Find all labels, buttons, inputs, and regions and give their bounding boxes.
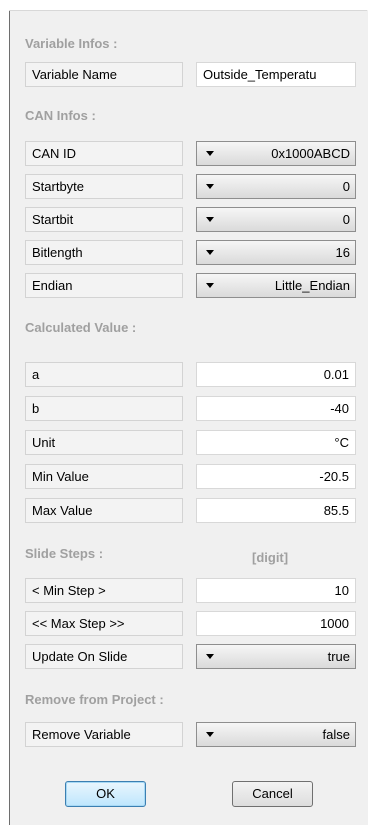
startbyte-dropdown[interactable]: 0 xyxy=(196,174,356,199)
dropdown-arrow-icon xyxy=(206,217,214,222)
dropdown-arrow-icon xyxy=(206,654,214,659)
section-variable-infos: Variable Infos : xyxy=(25,36,118,51)
min-step-input[interactable]: 10 xyxy=(196,578,356,603)
startbit-label: Startbit xyxy=(25,207,183,232)
dialog-top-border xyxy=(9,10,367,11)
can-id-value: 0x1000ABCD xyxy=(271,146,350,161)
variable-name-input[interactable]: Outside_Temperatu xyxy=(196,62,356,87)
dropdown-arrow-icon xyxy=(206,151,214,156)
can-id-label: CAN ID xyxy=(25,141,183,166)
section-slide-steps: Slide Steps : xyxy=(25,546,104,561)
section-calculated-value: Calculated Value : xyxy=(25,320,137,335)
cancel-button[interactable]: Cancel xyxy=(232,781,313,807)
variable-name-label: Variable Name xyxy=(25,62,183,87)
endian-dropdown[interactable]: Little_Endian xyxy=(196,273,356,298)
dropdown-arrow-icon xyxy=(206,283,214,288)
a-label: a xyxy=(25,362,183,387)
max-step-input[interactable]: 1000 xyxy=(196,611,356,636)
b-input[interactable]: -40 xyxy=(196,396,356,421)
update-on-slide-label: Update On Slide xyxy=(25,644,183,669)
endian-value: Little_Endian xyxy=(274,278,350,293)
bitlength-label: Bitlength xyxy=(25,240,183,265)
a-input[interactable]: 0.01 xyxy=(196,362,356,387)
dropdown-arrow-icon xyxy=(206,732,214,737)
b-label: b xyxy=(25,396,183,421)
max-step-label: << Max Step >> xyxy=(25,611,183,636)
max-value-label: Max Value xyxy=(25,498,183,523)
unit-input[interactable]: °C xyxy=(196,430,356,455)
dropdown-arrow-icon xyxy=(206,250,214,255)
min-value-label: Min Value xyxy=(25,464,183,489)
unit-label: Unit xyxy=(25,430,183,455)
remove-variable-label: Remove Variable xyxy=(25,722,183,747)
min-value-input[interactable]: -20.5 xyxy=(196,464,356,489)
startbit-value: 0 xyxy=(342,212,350,227)
startbit-dropdown[interactable]: 0 xyxy=(196,207,356,232)
section-can-infos: CAN Infos : xyxy=(25,108,96,123)
digit-unit-hint: [digit] xyxy=(252,550,289,565)
ok-button[interactable]: OK xyxy=(65,781,146,807)
remove-variable-value: false xyxy=(322,727,350,742)
update-on-slide-dropdown[interactable]: true xyxy=(196,644,356,669)
bitlength-value: 16 xyxy=(335,245,350,260)
update-on-slide-value: true xyxy=(327,649,350,664)
startbyte-value: 0 xyxy=(342,179,350,194)
startbyte-label: Startbyte xyxy=(25,174,183,199)
endian-label: Endian xyxy=(25,273,183,298)
section-remove-from-project: Remove from Project : xyxy=(25,692,164,707)
remove-variable-dropdown[interactable]: false xyxy=(196,722,356,747)
max-value-input[interactable]: 85.5 xyxy=(196,498,356,523)
min-step-label: < Min Step > xyxy=(25,578,183,603)
can-id-dropdown[interactable]: 0x1000ABCD xyxy=(196,141,356,166)
bitlength-dropdown[interactable]: 16 xyxy=(196,240,356,265)
dropdown-arrow-icon xyxy=(206,184,214,189)
